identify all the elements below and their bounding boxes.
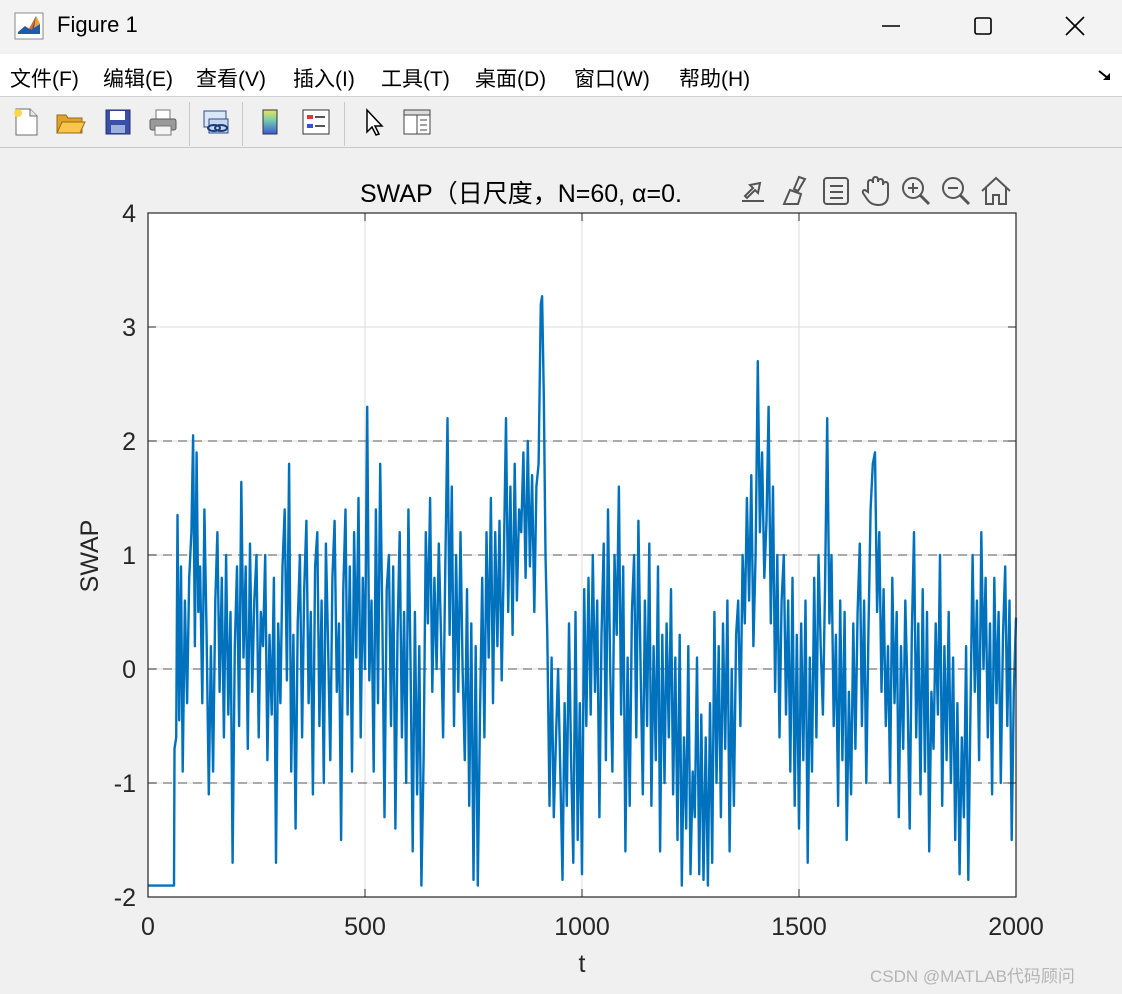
x-tick-label: 1500 [771,913,827,941]
print-icon [149,109,177,136]
brush-icon [782,175,807,205]
menu-window[interactable]: 窗口(W) [574,63,650,93]
minimize-icon [882,25,900,27]
new-figure-button[interactable] [8,104,44,140]
menu-tools[interactable]: 工具(T) [381,63,450,93]
print-button[interactable] [145,104,181,140]
menu-desktop[interactable]: 桌面(D) [475,63,546,93]
x-tick-label: 0 [141,913,155,941]
plot-area: 0 500 1000 1500 2000 -2 -1 0 1 2 3 4 SWAP（日尺度，N=60,… [76,180,1044,978]
zoom-out-icon [942,177,971,206]
pan-icon [861,175,889,207]
x-tick-label: 1000 [554,913,610,941]
open-file-button[interactable] [52,104,88,140]
home-icon [981,176,1011,205]
matlab-logo-icon [14,12,44,40]
brush-button[interactable] [778,172,814,210]
y-tick-label: 3 [122,314,136,342]
export-button[interactable] [736,172,772,210]
zoom-in-button[interactable] [898,172,934,210]
hidden-ylabel-fragment [0,520,4,610]
chart-title: SWAP（日尺度，N=60, α=0. [360,180,682,208]
property-inspector-button[interactable] [399,104,435,140]
toolbar-separator [344,102,345,146]
data-tips-button[interactable] [818,172,854,210]
toolbar-separator [189,102,190,146]
save-button[interactable] [100,104,136,140]
close-icon [1065,16,1085,36]
menu-help[interactable]: 帮助(H) [679,63,750,93]
y-tick-label: 2 [122,428,136,456]
export-icon [742,181,764,202]
home-button[interactable] [978,172,1014,210]
window-title: Figure 1 [57,12,138,37]
x-tick-label: 500 [344,913,386,941]
property-inspector-icon [403,109,431,135]
pointer-icon [366,108,384,136]
save-icon [105,109,131,135]
watermark: CSDN @MATLAB代码顾问 [870,967,1075,986]
y-tick-label: -1 [114,770,136,798]
menu-file[interactable]: 文件(F) [10,63,79,93]
legend-icon [302,109,330,135]
y-tick-label: -2 [114,884,136,912]
toolbar-separator [242,102,243,146]
y-tick-label: 1 [122,542,136,570]
menu-insert[interactable]: 插入(I) [293,63,355,93]
legend-button[interactable] [298,104,334,140]
menu-view[interactable]: 查看(V) [196,63,266,93]
y-tick-label: 0 [122,656,136,684]
x-tick-label: 2000 [988,913,1044,941]
y-tick-label: 4 [122,200,136,228]
maximize-button[interactable] [938,0,1028,52]
open-file-icon [56,114,86,134]
link-plot-icon [203,110,229,134]
y-axis-label: SWAP [76,520,104,593]
maximize-icon [974,17,992,35]
menu-edit[interactable]: 编辑(E) [103,63,173,93]
new-figure-icon [14,108,38,136]
link-plot-button[interactable] [198,104,234,140]
title-bar: Figure 1 [0,0,1122,52]
zoom-out-button[interactable] [938,172,974,210]
colorbar-button[interactable] [252,104,288,140]
zoom-in-icon [902,177,931,206]
pointer-button[interactable] [355,104,391,140]
figure-window: Figure 1 文件(F) 编辑(E) 查看(V) 插入(I) 工具(T) 桌… [0,0,1122,994]
undock-arrow-icon[interactable] [1096,66,1114,84]
data-tips-icon [823,177,849,205]
close-button[interactable] [1030,0,1120,52]
pan-button[interactable] [858,172,894,210]
x-axis-label: t [579,950,586,978]
colorbar-icon [262,109,278,135]
minimize-button[interactable] [846,0,936,52]
